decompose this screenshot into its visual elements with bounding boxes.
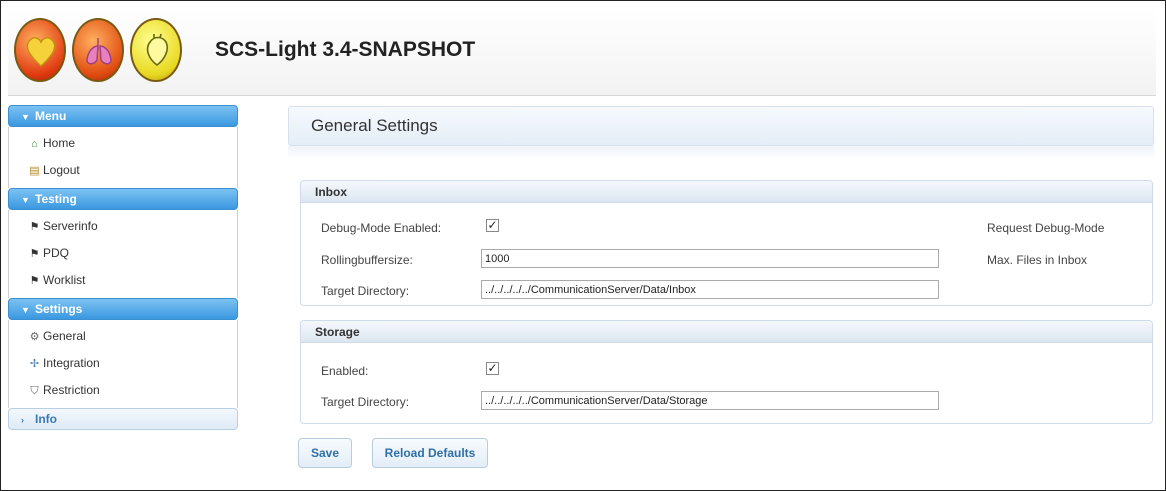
app-title: SCS-Light 3.4-SNAPSHOT [215, 38, 476, 61]
heart-logo-icon [14, 18, 66, 82]
sidebar-item-label: General [43, 329, 86, 343]
reload-defaults-button[interactable]: Reload Defaults [372, 438, 488, 468]
sidebar-item-label: PDQ [43, 246, 70, 260]
storage-enabled-label: Enabled: [321, 364, 369, 378]
flag-icon: ⚑ [29, 275, 40, 287]
storage-target-label: Target Directory: [321, 395, 410, 409]
sidebar-item-general[interactable]: ⚙ General [9, 323, 237, 350]
sidebar-section-menu[interactable]: ▼ Menu [8, 105, 238, 127]
logout-icon: ▤ [29, 165, 40, 177]
storage-enabled-checkbox[interactable]: ✓ [486, 362, 499, 375]
storage-target-row: Target Directory: [301, 390, 1152, 414]
inbox-heading: Inbox [301, 181, 1152, 203]
sidebar-item-worklist[interactable]: ⚑ Worklist [9, 267, 237, 294]
debug-mode-hint: Request Debug-Mode [987, 221, 1105, 235]
flag-icon: ⚑ [29, 221, 40, 233]
rollingbuffer-row: Rollingbuffersize: Max. Files in Inbox [301, 248, 1152, 272]
inbox-panel: Inbox Debug-Mode Enabled: ✓ Request Debu… [300, 180, 1153, 306]
sidebar-item-label: Worklist [43, 273, 86, 287]
sidebar-section-label: Settings [35, 302, 83, 316]
storage-panel: Storage Enabled: ✓ Target Directory: [300, 320, 1153, 424]
sidebar-item-restriction[interactable]: ⛉ Restriction [9, 377, 237, 404]
sidebar-section-testing[interactable]: ▼ Testing [8, 188, 238, 210]
rollingbuffer-input[interactable] [481, 249, 939, 268]
sidebar-item-label: Integration [43, 356, 100, 370]
sidebar-item-pdq[interactable]: ⚑ PDQ [9, 240, 237, 267]
flag-icon: ⚑ [29, 248, 40, 260]
debug-mode-checkbox[interactable]: ✓ [486, 219, 499, 232]
save-button[interactable]: Save [298, 438, 352, 468]
sidebar-item-integration[interactable]: ✢ Integration [9, 350, 237, 377]
home-icon: ⌂ [31, 138, 38, 150]
sidebar-section-settings[interactable]: ▼ Settings [8, 298, 238, 320]
sidebar-item-label: Logout [43, 163, 80, 177]
rollingbuffer-hint: Max. Files in Inbox [987, 253, 1088, 267]
sidebar-item-logout[interactable]: ▤ Logout [9, 157, 237, 184]
app-header: SCS-Light 3.4-SNAPSHOT [8, 8, 1156, 96]
sidebar-item-label: Home [43, 136, 76, 150]
chevron-down-icon: ▼ [21, 195, 30, 205]
storage-enabled-row: Enabled: ✓ [301, 359, 1152, 383]
storage-target-input[interactable] [481, 391, 939, 410]
chevron-down-icon: ▼ [21, 112, 30, 122]
debug-mode-label: Debug-Mode Enabled: [321, 221, 442, 235]
gear-icon: ⚙ [29, 331, 40, 343]
sidebar-item-serverinfo[interactable]: ⚑ Serverinfo [9, 213, 237, 240]
sidebar-section-label: Info [35, 412, 57, 426]
inbox-target-input[interactable] [481, 280, 939, 299]
inbox-target-label: Target Directory: [321, 284, 410, 298]
sidebar-section-label: Menu [35, 109, 67, 123]
chevron-right-icon: › [21, 415, 24, 425]
integration-icon: ✢ [29, 358, 40, 370]
sidebar-item-label: Restriction [43, 383, 100, 397]
rollingbuffer-label: Rollingbuffersize: [321, 253, 413, 267]
storage-heading: Storage [301, 321, 1152, 343]
shield-icon: ⛉ [30, 385, 39, 397]
sidebar-item-label: Serverinfo [43, 219, 98, 233]
sidebar-section-info[interactable]: › Info [8, 408, 238, 430]
lungs-logo-icon [72, 18, 124, 82]
chevron-down-icon: ▼ [21, 305, 30, 315]
sidebar-item-home[interactable]: ⌂ Home [9, 130, 237, 157]
inbox-target-row: Target Directory: [301, 279, 1152, 303]
debug-mode-row: Debug-Mode Enabled: ✓ Request Debug-Mode [301, 216, 1152, 240]
sidebar-section-label: Testing [35, 192, 77, 206]
heart-anatomy-logo-icon [130, 18, 182, 82]
page-title: General Settings [288, 106, 1154, 146]
sidebar: ▼ Menu ⌂ Home ▤ Logout ▼ Testing ⚑ Serverinfo… [8, 105, 238, 430]
